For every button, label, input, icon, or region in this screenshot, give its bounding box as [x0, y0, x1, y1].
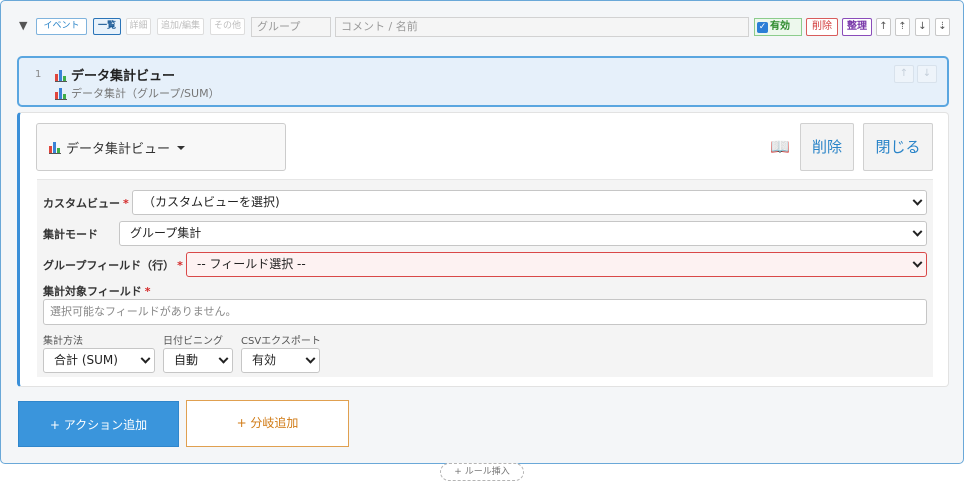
- action-move-up-button[interactable]: ↑: [894, 65, 914, 83]
- group-input[interactable]: グループ: [251, 17, 331, 37]
- tag-other[interactable]: その他: [210, 18, 245, 35]
- action-subtitle: データ集計（グループ/SUM）: [55, 85, 220, 101]
- target-field-label: 集計対象フィールド *: [43, 285, 151, 298]
- tag-detail[interactable]: 詳細: [126, 18, 151, 35]
- custom-view-label: カスタムビュー *: [43, 197, 129, 210]
- chevron-down-icon: [912, 257, 923, 268]
- move-top-button[interactable]: ⇡: [895, 18, 910, 36]
- rule-card: ▼ イベント 一覧 詳細 追加/編集 その他 グループ コメント / 名前 ✓ …: [0, 0, 964, 464]
- group-field-select[interactable]: -- フィールド選択 --: [186, 252, 927, 277]
- action-type-dropdown[interactable]: データ集計ビュー: [36, 123, 286, 171]
- rule-header: ▼ イベント 一覧 詳細 追加/編集 その他 グループ コメント / 名前 ✓ …: [19, 17, 950, 37]
- date-bin-select[interactable]: 自動: [163, 348, 233, 373]
- chevron-down-icon: [218, 353, 229, 364]
- csv-export-label: CSVエクスポート: [241, 336, 321, 347]
- action-title-text: データ集計ビュー: [71, 69, 176, 84]
- add-action-button[interactable]: + アクション追加: [18, 401, 179, 447]
- tag-list[interactable]: 一覧: [93, 18, 121, 35]
- delete-action-button[interactable]: 削除: [800, 123, 854, 171]
- action-editor-panel: データ集計ビュー 📖 削除 閉じる カスタムビュー * （カスタムビューを選択) …: [17, 112, 949, 387]
- move-down-button[interactable]: ↓: [915, 18, 930, 36]
- bar-chart-icon: [55, 69, 67, 82]
- enabled-checkbox[interactable]: ✓ 有効: [754, 18, 802, 36]
- move-up-button[interactable]: ↑: [876, 18, 891, 36]
- book-icon[interactable]: 📖: [770, 137, 790, 156]
- add-branch-button[interactable]: + 分岐追加: [186, 400, 349, 447]
- close-editor-button[interactable]: 閉じる: [863, 123, 933, 171]
- comment-input[interactable]: コメント / 名前: [335, 17, 749, 37]
- chevron-down-icon: [912, 226, 923, 237]
- caret-down-icon: [177, 146, 186, 150]
- chevron-down-icon: [912, 195, 923, 206]
- group-field-label: グループフィールド（行） *: [43, 259, 183, 272]
- organize-button[interactable]: 整理: [842, 18, 872, 36]
- move-bottom-button[interactable]: ⇣: [935, 18, 950, 36]
- target-field-input[interactable]: 選択可能なフィールドがありません。: [43, 299, 927, 325]
- action-number: 1: [35, 69, 42, 80]
- chevron-down-icon: [305, 353, 316, 364]
- delete-rule-button[interactable]: 削除: [806, 18, 838, 36]
- mode-select[interactable]: グループ集計: [119, 221, 927, 246]
- action-type-label: データ集計ビュー: [66, 141, 171, 157]
- date-bin-label: 日付ビニング: [163, 336, 223, 347]
- insert-rule-button[interactable]: + ルール挿入: [440, 463, 524, 481]
- method-label: 集計方法: [43, 336, 83, 347]
- action-item[interactable]: 1 データ集計ビュー データ集計（グループ/SUM） ↑ ↓: [17, 56, 949, 107]
- tag-add-edit[interactable]: 追加/編集: [157, 18, 204, 35]
- custom-view-select[interactable]: （カスタムビューを選択): [132, 190, 927, 215]
- action-subtitle-text: データ集計（グループ/SUM）: [71, 87, 220, 100]
- mode-label: 集計モード: [43, 228, 98, 241]
- bar-chart-icon: [49, 141, 61, 154]
- settings-form: カスタムビュー * （カスタムビューを選択) 集計モード グループ集計 グループフ…: [37, 179, 933, 377]
- checkbox-check-icon: ✓: [757, 21, 768, 33]
- csv-export-select[interactable]: 有効: [241, 348, 320, 373]
- collapse-toggle-icon[interactable]: ▼: [19, 19, 27, 32]
- chevron-down-icon: [140, 353, 151, 364]
- tag-event[interactable]: イベント: [36, 18, 87, 35]
- action-title: データ集計ビュー: [55, 65, 175, 84]
- action-move-down-button[interactable]: ↓: [917, 65, 937, 83]
- method-select[interactable]: 合計 (SUM): [43, 348, 155, 373]
- bar-chart-icon: [55, 87, 67, 100]
- enabled-label: 有効: [770, 21, 790, 32]
